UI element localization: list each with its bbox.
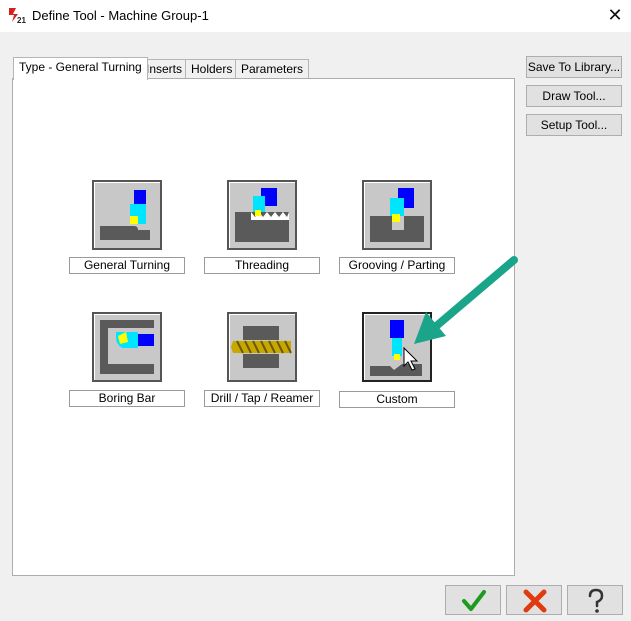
drill-tap-reamer-icon — [231, 326, 292, 368]
ok-checkmark-icon — [462, 590, 486, 611]
title-bar: 21 Define Tool - Machine Group-1 ✕ — [0, 0, 631, 32]
boring-bar-button[interactable] — [92, 312, 162, 382]
help-button[interactable] — [567, 585, 623, 615]
annotation-arrow-icon — [414, 256, 518, 344]
ok-button[interactable] — [445, 585, 501, 615]
threading-icon — [235, 188, 289, 242]
tab-type-general-turning[interactable]: Type - General Turning — [13, 57, 148, 80]
draw-tool-button[interactable]: Draw Tool... — [526, 85, 622, 107]
drill-tap-reamer-label: Drill / Tap / Reamer — [204, 390, 320, 407]
setup-tool-button[interactable]: Setup Tool... — [526, 114, 622, 136]
grooving-parting-icon — [370, 188, 424, 242]
window-title: Define Tool - Machine Group-1 — [32, 8, 209, 23]
cancel-button[interactable] — [506, 585, 562, 615]
custom-label: Custom — [339, 391, 455, 408]
threading-label: Threading — [204, 257, 320, 274]
close-button[interactable]: ✕ — [599, 0, 631, 32]
boring-bar-label: Boring Bar — [69, 390, 185, 407]
tab-parameters[interactable]: Parameters — [235, 59, 310, 79]
general-turning-icon — [100, 190, 150, 240]
mastercam-2021-icon: 21 — [9, 8, 26, 24]
boring-bar-icon — [100, 320, 154, 374]
tab-holders[interactable]: Holders — [185, 59, 239, 79]
drill-tap-reamer-button[interactable] — [227, 312, 297, 382]
close-icon: ✕ — [607, 5, 623, 25]
grooving-parting-button[interactable] — [362, 180, 432, 250]
svg-text:21: 21 — [17, 16, 26, 24]
general-turning-button[interactable] — [92, 180, 162, 250]
help-question-icon — [588, 588, 604, 613]
threading-button[interactable] — [227, 180, 297, 250]
cancel-x-icon — [523, 589, 547, 613]
general-turning-label: General Turning — [69, 257, 185, 274]
save-to-library-button[interactable]: Save To Library... — [526, 56, 622, 78]
